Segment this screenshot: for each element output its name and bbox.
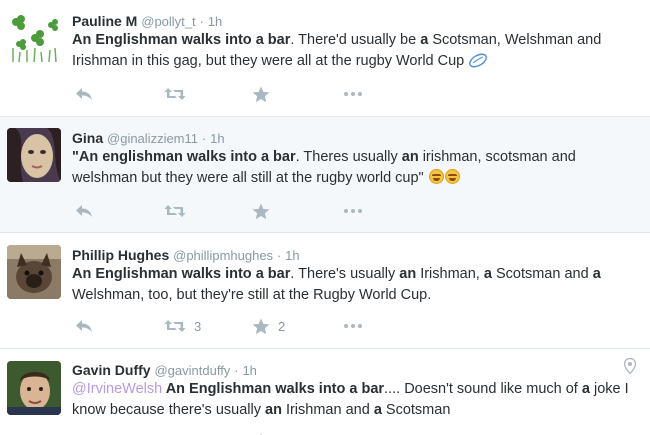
- tweet-text-bold: an: [265, 402, 282, 418]
- separator-dot: ·: [276, 248, 282, 263]
- user-handle[interactable]: @gavintduffy: [154, 363, 230, 378]
- tweet-text-segment: . Theres usually: [295, 149, 402, 165]
- reply-button[interactable]: [74, 84, 94, 104]
- like-button[interactable]: [252, 201, 278, 221]
- reply-button[interactable]: [74, 201, 94, 221]
- tweet-text-segment: Irishman and: [281, 402, 374, 418]
- like-button[interactable]: 2: [252, 316, 285, 336]
- timestamp[interactable]: 1h: [210, 131, 224, 146]
- tweet-item[interactable]: Gina @ginalizziem11 · 1h "An englishman …: [0, 117, 650, 233]
- tweet-item[interactable]: Gavin Duffy @gavintduffy · 1h @IrvineWel…: [0, 349, 650, 435]
- user-name[interactable]: Pauline M: [72, 13, 137, 29]
- like-star-icon: [252, 86, 270, 102]
- user-name[interactable]: Gina: [72, 130, 103, 146]
- tweet-header: Gavin Duffy @gavintduffy · 1h: [72, 361, 257, 380]
- more-icon: [344, 92, 362, 96]
- avatar[interactable]: [7, 361, 61, 415]
- tweet-item[interactable]: Pauline M @pollyt_t · 1h An Englishman w…: [0, 0, 650, 117]
- like-count: 2: [278, 318, 286, 334]
- more-button[interactable]: [343, 201, 363, 221]
- tweet-actions: [72, 431, 392, 435]
- user-name[interactable]: Gavin Duffy: [72, 362, 151, 378]
- tweet-actions: 3 2: [72, 316, 392, 336]
- retweet-button[interactable]: [164, 431, 186, 435]
- tweet-text-bold: a: [581, 381, 590, 397]
- user-handle[interactable]: @ginalizziem11: [107, 131, 198, 146]
- like-button[interactable]: [252, 84, 278, 104]
- tears-of-joy-emoji: [428, 169, 444, 184]
- location-pin-icon: [623, 357, 637, 375]
- like-star-icon: [252, 203, 270, 219]
- tweet-text: "An englishman walks into a bar. Theres …: [72, 147, 642, 189]
- like-star-icon: [252, 318, 270, 334]
- reply-icon: [76, 320, 92, 332]
- tweet-text: An Englishman walks into a bar. There'd …: [72, 30, 642, 75]
- reply-button[interactable]: [74, 316, 94, 336]
- retweet-count: 3: [194, 318, 202, 334]
- tweet-text-bold: an: [401, 149, 419, 165]
- mention-link[interactable]: @IrvineWelsh: [72, 381, 162, 397]
- retweet-icon: [164, 88, 186, 100]
- reply-icon: [76, 205, 92, 217]
- tweet-text-segment: Scotsman: [381, 402, 451, 418]
- tweet-text: @IrvineWelsh An Englishman walks into a …: [72, 379, 642, 421]
- tears-of-joy-emoji: [444, 169, 460, 184]
- retweet-button[interactable]: [164, 201, 194, 221]
- tweet-text: An Englishman walks into a bar. There's …: [72, 264, 642, 306]
- tweet-text-segment: Welshman, too, but they're still at the …: [72, 287, 432, 303]
- retweet-button[interactable]: [164, 84, 194, 104]
- tweet-actions: [72, 201, 392, 221]
- location-pin-button[interactable]: [623, 357, 637, 379]
- avatar[interactable]: [7, 8, 61, 62]
- tweet-actions: [72, 84, 392, 104]
- tweet-header: Gina @ginalizziem11 · 1h: [72, 129, 225, 148]
- tweet-text-segment: . There'd usually be: [290, 32, 421, 48]
- retweet-button[interactable]: 3: [164, 316, 201, 336]
- more-button[interactable]: [343, 84, 363, 104]
- reply-button[interactable]: [74, 431, 94, 435]
- retweet-icon: [164, 205, 186, 217]
- tweet-text-segment: .... Doesn't sound like much of: [384, 381, 582, 397]
- retweet-icon: [164, 320, 186, 332]
- timestamp[interactable]: 1h: [208, 14, 222, 29]
- avatar[interactable]: [7, 245, 61, 299]
- timestamp[interactable]: 1h: [285, 248, 299, 263]
- separator-dot: ·: [234, 363, 239, 378]
- tweet-text-segment: Irishman,: [416, 266, 484, 282]
- separator-dot: ·: [199, 14, 204, 29]
- tweet-header: Pauline M @pollyt_t · 1h: [72, 12, 222, 31]
- tweet-text-bold: "An englishman walks into a bar: [72, 149, 296, 165]
- user-handle[interactable]: @phillipmhughes: [173, 248, 273, 263]
- reply-icon: [76, 88, 92, 100]
- tweet-text-segment: . There's usually: [290, 266, 400, 282]
- like-button[interactable]: [252, 431, 270, 435]
- tweet-text-bold: An Englishman walks into a bar: [72, 266, 291, 282]
- tweet-text-bold: a: [373, 402, 382, 418]
- more-button[interactable]: [343, 316, 363, 336]
- tweet-text-segment: Scotsman and: [491, 266, 593, 282]
- more-icon: [344, 324, 362, 328]
- tweet-item[interactable]: Phillip Hughes @phillipmhughes · 1h An E…: [0, 233, 650, 349]
- more-icon: [344, 209, 362, 213]
- user-handle[interactable]: @pollyt_t: [141, 14, 195, 29]
- tweet-text-bold: An Englishman walks into a bar: [72, 32, 291, 48]
- tweet-text-bold: a: [592, 266, 601, 282]
- user-name[interactable]: Phillip Hughes: [72, 247, 169, 263]
- separator-dot: ·: [201, 131, 207, 146]
- tweet-header: Phillip Hughes @phillipmhughes · 1h: [72, 246, 300, 265]
- avatar[interactable]: [7, 128, 61, 182]
- tweet-text-bold: An Englishman walks into a bar: [162, 381, 385, 397]
- tweet-text-bold: a: [483, 266, 492, 282]
- rugby-ball-emoji: [468, 53, 488, 75]
- timestamp[interactable]: 1h: [242, 363, 256, 378]
- tweet-text-bold: an: [399, 266, 417, 282]
